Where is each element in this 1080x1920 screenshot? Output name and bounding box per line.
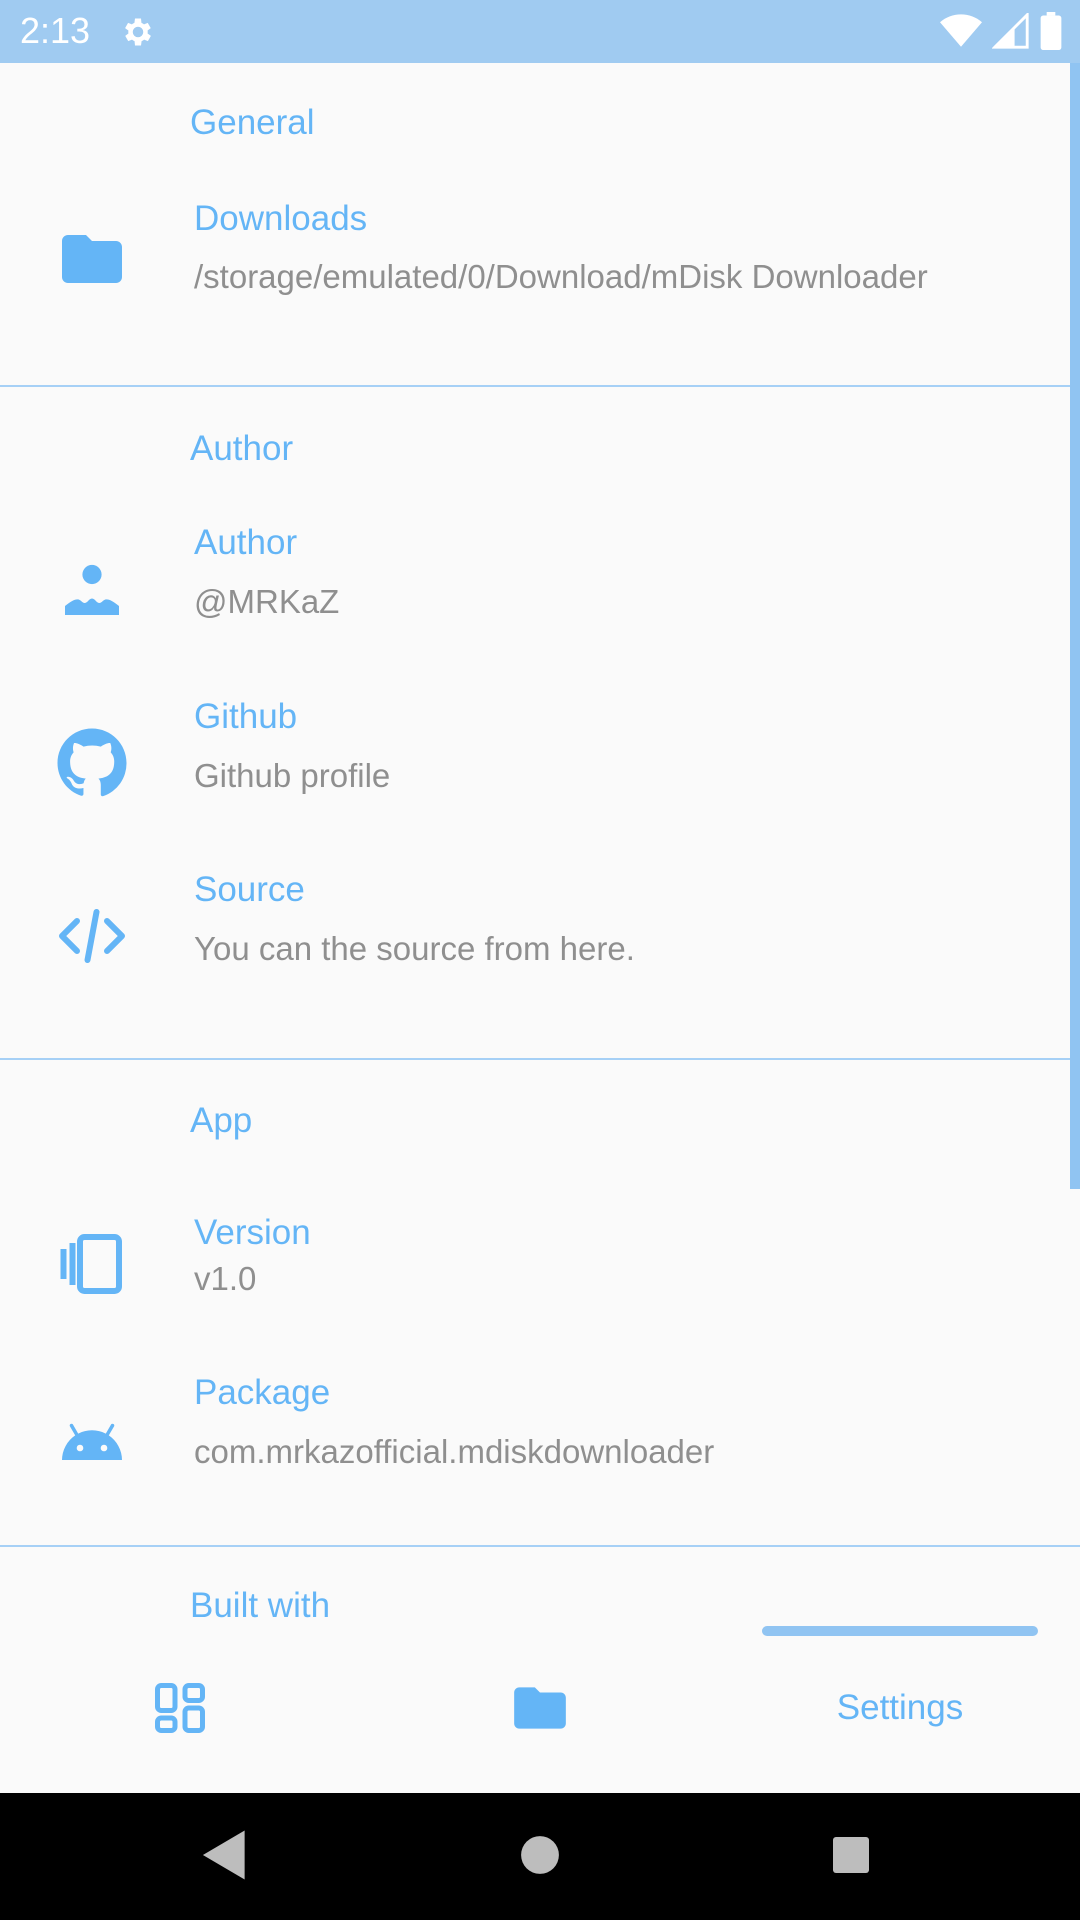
pref-title-package: Package <box>194 1373 331 1412</box>
pref-downloads[interactable]: Downloads /storage/emulated/0/Download/m… <box>0 181 1070 341</box>
nav-item-settings[interactable]: Settings <box>762 1643 1038 1773</box>
divider <box>0 385 1080 387</box>
pref-title-downloads: Downloads <box>194 199 368 238</box>
pref-summary-github: Github profile <box>194 757 391 794</box>
pref-summary-version: v1.0 <box>194 1260 257 1297</box>
pref-title-github: Github <box>194 697 298 736</box>
github-icon <box>57 728 127 797</box>
section-header-general: General <box>190 103 315 142</box>
pref-summary-author: @MRKaZ <box>194 583 340 620</box>
gear-icon <box>125 18 151 46</box>
pref-title-author: Author <box>194 523 298 562</box>
battery-icon <box>1040 12 1062 50</box>
nav-item-files[interactable] <box>460 1643 620 1773</box>
recents-icon[interactable] <box>831 1828 871 1882</box>
pref-author[interactable]: Author @MRKaZ <box>0 523 1070 683</box>
divider <box>0 1545 1080 1547</box>
scrollbar[interactable] <box>1070 63 1080 1189</box>
pref-package[interactable]: Package com.mrkazofficial.mdiskdownloade… <box>0 1373 1070 1533</box>
nav-label-settings: Settings <box>836 1688 964 1727</box>
pref-version[interactable]: Version v1.0 <box>0 1213 1070 1373</box>
wifi-icon <box>940 14 982 47</box>
settings-list[interactable]: General Downloads /storage/emulated/0/Do… <box>0 63 1080 1643</box>
section-header-author: Author <box>190 429 294 468</box>
pref-title-source: Source <box>194 870 305 909</box>
divider <box>0 1058 1080 1060</box>
pref-github[interactable]: Github Github profile <box>0 697 1070 857</box>
nav-item-dashboard[interactable] <box>100 1643 260 1773</box>
carousel-icon <box>60 1234 122 1294</box>
section-header-app: App <box>190 1101 253 1140</box>
code-icon <box>59 909 125 963</box>
home-icon[interactable] <box>519 1828 561 1882</box>
signal-icon <box>992 13 1029 49</box>
status-bar: 2:13 <box>0 0 1080 63</box>
back-icon[interactable] <box>200 1828 250 1882</box>
system-nav-bar <box>0 1793 1080 1920</box>
android-icon <box>62 1423 122 1460</box>
pref-summary-source: You can the source from here. <box>194 930 635 967</box>
pref-source[interactable]: Source You can the source from here. <box>0 870 1070 1030</box>
person-icon <box>65 564 119 615</box>
folder-icon <box>62 235 122 283</box>
pref-summary-downloads: /storage/emulated/0/Download/mDisk Downl… <box>194 258 928 295</box>
dashboard-icon <box>155 1683 205 1733</box>
status-time: 2:13 <box>20 10 91 51</box>
folder-icon <box>514 1687 566 1729</box>
nav-indicator <box>762 1626 1038 1636</box>
pref-title-version: Version <box>194 1213 311 1252</box>
section-header-built-with: Built with <box>190 1586 331 1625</box>
pref-summary-package: com.mrkazofficial.mdiskdownloader <box>194 1433 715 1470</box>
